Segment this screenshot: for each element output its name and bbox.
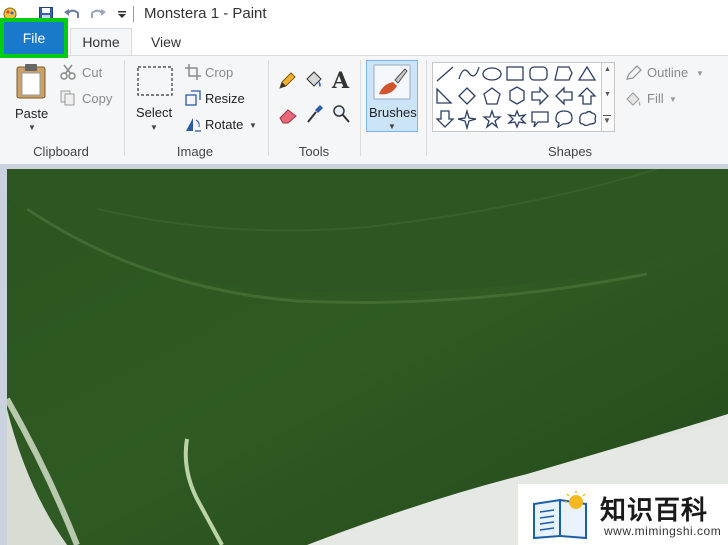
oval-callout-shape-icon[interactable] — [555, 110, 573, 129]
cut-icon — [60, 64, 76, 85]
color-picker-icon[interactable] — [306, 104, 324, 129]
right-arrow-shape-icon[interactable] — [531, 86, 549, 106]
text-tool-icon[interactable]: A — [332, 68, 349, 94]
tab-home[interactable]: Home — [70, 28, 132, 55]
paste-icon[interactable] — [14, 62, 48, 105]
rotate-dropdown-icon[interactable]: ▼ — [249, 121, 257, 130]
outline-dropdown-icon[interactable]: ▼ — [696, 69, 704, 78]
shapes-group-label: Shapes — [547, 144, 593, 159]
tools-group-label: Tools — [298, 144, 330, 159]
fill-button[interactable]: Fill — [647, 91, 664, 106]
book-lightbulb-logo-icon — [530, 490, 596, 545]
copy-icon — [60, 90, 76, 111]
rotate-button[interactable]: Rotate — [205, 117, 243, 132]
left-arrow-shape-icon[interactable] — [555, 86, 573, 106]
image-group-label: Image — [176, 144, 214, 159]
pentagon-shape-icon[interactable] — [483, 87, 501, 105]
resize-icon — [185, 90, 201, 111]
shapes-gallery[interactable] — [432, 62, 602, 132]
down-arrow-shape-icon[interactable] — [435, 110, 455, 128]
oval-shape-icon[interactable] — [482, 67, 502, 81]
tab-view-label: View — [150, 33, 182, 50]
group-separator — [426, 60, 427, 156]
watermark-text: 知识百科 — [600, 496, 709, 526]
six-point-star-shape-icon[interactable] — [507, 109, 527, 129]
gallery-down-icon[interactable]: ▼ — [604, 91, 611, 98]
paste-button[interactable]: Paste — [15, 106, 48, 121]
tab-view[interactable]: View — [140, 28, 192, 55]
rotate-icon — [184, 116, 202, 137]
group-separator — [124, 60, 125, 156]
redo-icon[interactable] — [88, 4, 108, 24]
rectangular-callout-shape-icon[interactable] — [531, 111, 549, 128]
brushes-label: Brushes — [369, 105, 417, 120]
gallery-up-icon[interactable]: ▲ — [604, 66, 611, 73]
select-dropdown-icon[interactable]: ▼ — [150, 123, 158, 132]
magnifier-icon[interactable] — [332, 104, 350, 129]
tab-file-label: File — [22, 30, 46, 46]
fill-bucket-icon[interactable] — [304, 70, 324, 95]
right-triangle-shape-icon[interactable] — [436, 87, 453, 104]
window-title: Monstera 1 - Paint — [144, 5, 267, 22]
customize-toolbar-chevron-icon[interactable] — [112, 4, 132, 24]
curve-shape-icon[interactable] — [458, 66, 480, 80]
line-shape-icon[interactable] — [436, 66, 454, 82]
clipboard-group-label: Clipboard — [33, 144, 89, 159]
group-separator — [360, 60, 361, 156]
rounded-rectangle-shape-icon[interactable] — [529, 66, 548, 81]
up-arrow-shape-icon[interactable] — [577, 87, 597, 105]
group-separator — [268, 60, 269, 156]
shapes-gallery-scrollbar[interactable]: ▲ ▼ ▼ — [602, 62, 615, 132]
watermark: 知识百科 www.mimingshi.com — [518, 484, 728, 545]
brush-icon — [373, 64, 411, 105]
eraser-icon[interactable] — [278, 106, 298, 129]
polygon-shape-icon[interactable] — [554, 66, 573, 81]
fill-icon — [625, 91, 643, 112]
rectangle-shape-icon[interactable] — [506, 66, 524, 81]
copy-button[interactable]: Copy — [82, 91, 112, 106]
crop-button[interactable]: Crop — [205, 65, 233, 80]
paste-dropdown-icon[interactable]: ▼ — [28, 123, 36, 132]
outline-button[interactable]: Outline — [647, 65, 688, 80]
cut-button[interactable]: Cut — [82, 65, 102, 80]
pencil-icon[interactable] — [278, 72, 296, 95]
outline-icon — [625, 65, 643, 86]
title-separator — [133, 6, 134, 22]
tab-home-label: Home — [82, 34, 120, 50]
five-point-star-shape-icon[interactable] — [482, 108, 502, 129]
watermark-url: www.mimingshi.com — [604, 524, 722, 538]
select-icon[interactable] — [137, 66, 173, 101]
triangle-shape-icon[interactable] — [577, 65, 597, 81]
hexagon-shape-icon[interactable] — [509, 86, 525, 105]
fill-dropdown-icon[interactable]: ▼ — [669, 95, 677, 104]
shapes-grid — [435, 65, 597, 131]
resize-button[interactable]: Resize — [205, 91, 245, 106]
title-bar: Monstera 1 - Paint — [0, 0, 728, 29]
cloud-callout-shape-icon[interactable] — [579, 110, 597, 127]
crop-icon — [185, 64, 201, 85]
diamond-shape-icon[interactable] — [458, 87, 476, 105]
select-button[interactable]: Select — [136, 105, 172, 120]
brushes-dropdown-icon[interactable]: ▼ — [388, 122, 396, 131]
four-point-star-shape-icon[interactable] — [457, 108, 477, 131]
ribbon — [0, 55, 728, 165]
tab-file[interactable]: File — [4, 22, 64, 54]
tab-file-highlight: File — [0, 18, 68, 58]
gallery-expand-icon[interactable]: ▼ — [603, 115, 611, 126]
